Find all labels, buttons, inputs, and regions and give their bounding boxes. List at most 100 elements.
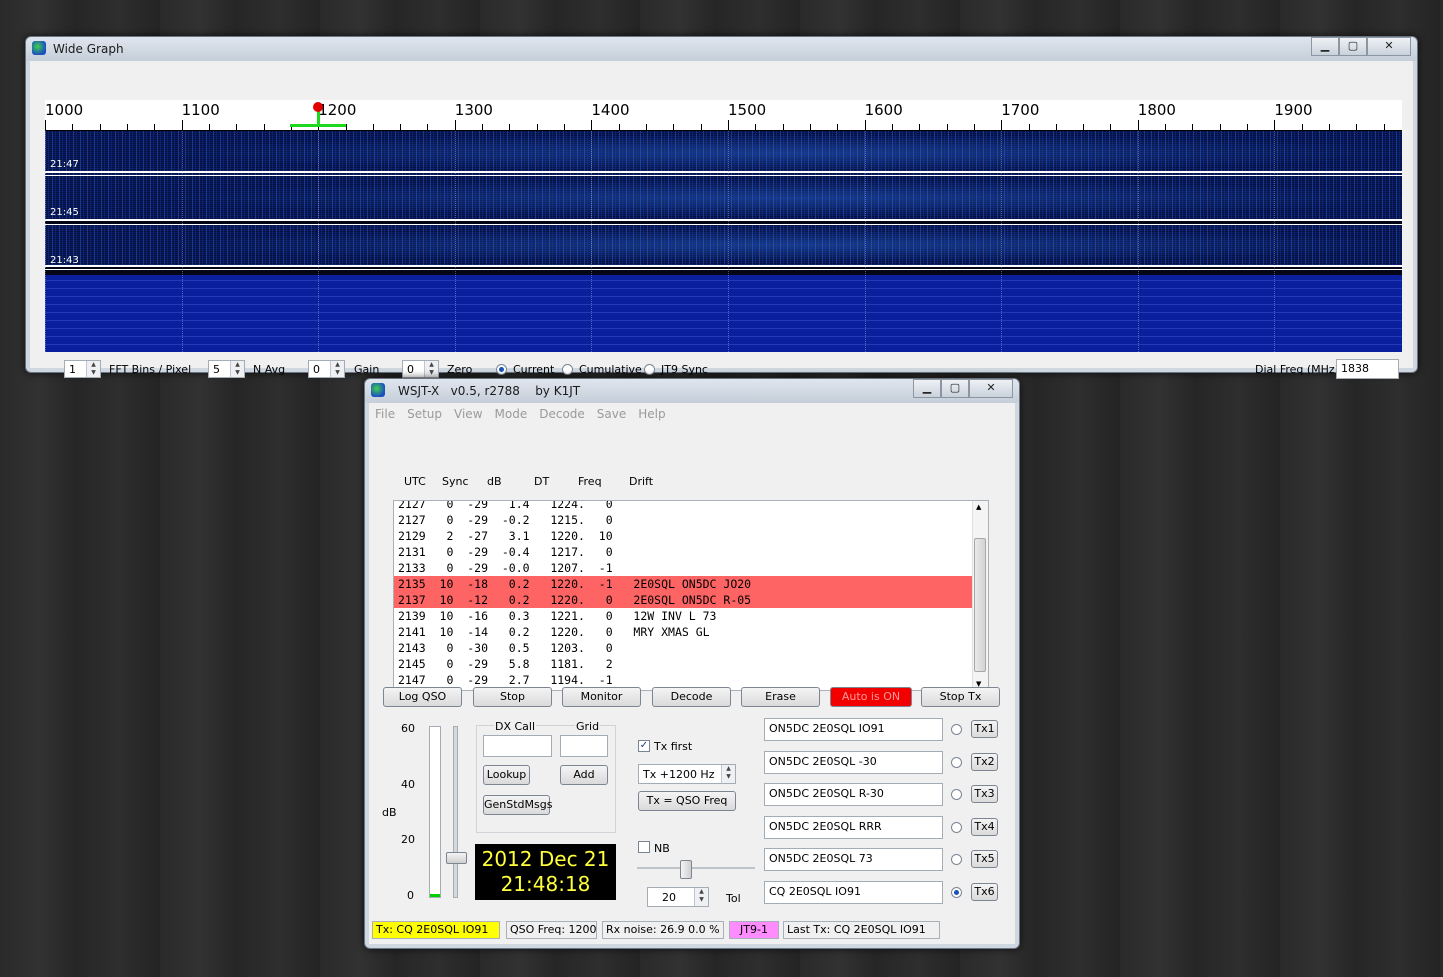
erase-button[interactable]: Erase [741,687,820,707]
tx-select-radio-5[interactable] [951,854,962,866]
main-title: WSJT-X v0.5, r2788 by K1JT [398,384,581,398]
tx-message-field-2[interactable]: ON5DC 2E0SQL -30 [764,750,943,774]
auto-button[interactable]: Auto is ON [830,687,912,707]
dx-grid-field[interactable] [560,735,608,757]
decode-row[interactable]: 2141 10 -14 0.2 1220. 0 MRY XMAS GL [394,624,972,640]
menu-view[interactable]: View [448,403,488,425]
decode-row[interactable]: 2137 10 -12 0.2 1220. 0 2E0SQL ON5DC R-0… [394,592,972,608]
tx-select-radio-3[interactable] [951,789,962,801]
freq-tick-label: 1300 [454,101,493,119]
nb-slider-track[interactable] [637,867,755,869]
waterfall-display[interactable]: 21:47 21:45 21:43 [45,131,1402,352]
menu-decode[interactable]: Decode [533,403,591,425]
waterfall-empty-area [45,275,1402,352]
fft-bins-spinbox[interactable]: 1 ▲ ▼ [64,360,101,378]
wide-graph-titlebar[interactable]: Wide Graph ▁ ▢ ✕ [26,37,1417,61]
stop-button[interactable]: Stop [473,687,552,707]
decode-row[interactable]: 2145 0 -29 5.8 1181. 2 [394,656,972,672]
decode-list[interactable]: 2147 0 -29 2.7 1194. -1 2145 0 -29 5.8 11… [393,500,989,691]
menu-setup[interactable]: Setup [401,403,448,425]
tx-message-field-4[interactable]: ON5DC 2E0SQL RRR [764,815,943,839]
list-scrollbar[interactable]: ▲ ▼ [972,501,988,690]
decode-row[interactable]: 2147 0 -29 2.7 1194. -1 [394,672,972,688]
tx-button-1[interactable]: Tx1 [971,720,998,738]
tx-select-radio-6[interactable] [951,887,962,898]
freq-tick [782,124,784,130]
decode-row[interactable]: 2127 0 -29 1.4 1224. 0 [394,501,972,512]
decode-row[interactable]: 2135 10 -18 0.2 1220. -1 2E0SQL ON5DC JO… [394,576,972,592]
tx-button-6[interactable]: Tx6 [971,883,998,901]
waterfall-band [45,131,1402,175]
close-icon[interactable]: ✕ [969,379,1013,398]
minimize-icon[interactable]: ▁ [913,379,941,398]
gain-spinbox[interactable]: 0 ▲ ▼ [308,360,345,378]
decode-button[interactable]: Decode [652,687,731,707]
nb-slider-handle[interactable] [680,860,692,879]
tx-message-field-3[interactable]: ON5DC 2E0SQL R-30 [764,783,943,807]
freq-tick [1165,124,1167,130]
meter-unit: dB [382,806,397,819]
gen-std-msgs-button[interactable]: GenStdMsgs [483,795,552,815]
tx-first-checkbox[interactable]: ✓ [638,740,650,752]
spin-arrows-icon[interactable]: ▲ ▼ [230,361,244,377]
spin-arrows-icon[interactable]: ▲ ▼ [86,361,100,377]
tx-message-field-1[interactable]: ON5DC 2E0SQL IO91 [764,718,943,741]
tx-button-5[interactable]: Tx5 [971,850,998,869]
menu-bar: File Setup View Mode Decode Save Help [369,403,1015,425]
stop-tx-button[interactable]: Stop Tx [921,687,1000,707]
radio-current[interactable] [496,364,507,375]
gain-slider-track[interactable] [453,726,458,898]
dial-freq-field[interactable]: 1838 [1336,359,1399,379]
monitor-button[interactable]: Monitor [562,687,641,707]
menu-save[interactable]: Save [591,403,632,425]
col-drift: Drift [629,475,654,488]
scrollbar-thumb[interactable] [974,538,986,672]
tx-message-field-5[interactable]: ON5DC 2E0SQL 73 [764,848,943,872]
status-bar: Tx: CQ 2E0SQL IO91 QSO Freq: 1200 Rx noi… [369,921,1015,941]
menu-help[interactable]: Help [632,403,671,425]
spin-arrows-icon[interactable]: ▲ ▼ [694,888,708,906]
decode-row[interactable]: 2143 0 -30 0.5 1203. 0 [394,640,972,656]
decode-row[interactable]: 2131 0 -29 -0.4 1217. 0 [394,544,972,560]
spin-arrows-icon[interactable]: ▲ ▼ [330,361,344,377]
main-titlebar[interactable]: WSJT-X v0.5, r2788 by K1JT ▁ ▢ ✕ [365,379,1019,403]
frequency-scale[interactable]: 1000 1100 1200 1300 1400 1500 1600 1700 1800 1900… [45,100,1402,131]
rx-frequency-marker-icon[interactable] [313,102,323,112]
spin-arrows-icon[interactable]: ▲ ▼ [721,765,735,783]
tx-select-radio-4[interactable] [951,821,962,833]
scroll-up-icon[interactable]: ▲ [976,503,981,511]
tx-eq-qso-button[interactable]: Tx = QSO Freq [638,791,736,811]
maximize-icon[interactable]: ▢ [941,379,969,398]
menu-file[interactable]: File [369,403,401,425]
waterfall-grid-line [45,131,46,352]
navg-spinbox[interactable]: 5 ▲ ▼ [208,360,245,378]
log-qso-button[interactable]: Log QSO [383,687,462,707]
decode-row[interactable]: 2127 0 -29 -0.2 1215. 0 [394,512,972,528]
tx-select-radio-2[interactable] [951,756,962,768]
radio-jt9sync[interactable] [644,364,655,375]
menu-mode[interactable]: Mode [489,403,534,425]
radio-cumulative[interactable] [562,364,573,375]
tx-select-radio-1[interactable] [951,724,962,735]
tx-button-4[interactable]: Tx4 [971,817,998,836]
tx-message-field-6[interactable]: CQ 2E0SQL IO91 [764,881,943,904]
minimize-icon[interactable]: ▁ [1311,37,1339,56]
close-icon[interactable]: ✕ [1367,37,1411,56]
dx-call-field[interactable] [483,735,552,757]
maximize-icon[interactable]: ▢ [1339,37,1367,56]
nb-checkbox[interactable] [638,841,650,853]
time-label: 21:47 [50,159,79,170]
decode-row[interactable]: 2129 2 -27 3.1 1220. 10 [394,528,972,544]
tol-spinbox[interactable]: 20 ▲ ▼ [647,887,709,907]
tx-button-3[interactable]: Tx3 [971,785,998,804]
spin-arrows-icon[interactable]: ▲ ▼ [424,361,438,377]
tx-button-2[interactable]: Tx2 [971,752,998,771]
freq-tick [564,124,566,130]
zero-spinbox[interactable]: 0 ▲ ▼ [402,360,439,378]
lookup-button[interactable]: Lookup [483,765,530,785]
gain-slider-handle[interactable] [446,852,467,864]
decode-row[interactable]: 2139 10 -16 0.3 1221. 0 12W INV L 73 [394,608,972,624]
add-button[interactable]: Add [560,765,608,785]
decode-row[interactable]: 2133 0 -29 -0.0 1207. -1 [394,560,972,576]
tx-offset-spinbox[interactable]: Tx +1200 Hz ▲ ▼ [638,764,736,784]
